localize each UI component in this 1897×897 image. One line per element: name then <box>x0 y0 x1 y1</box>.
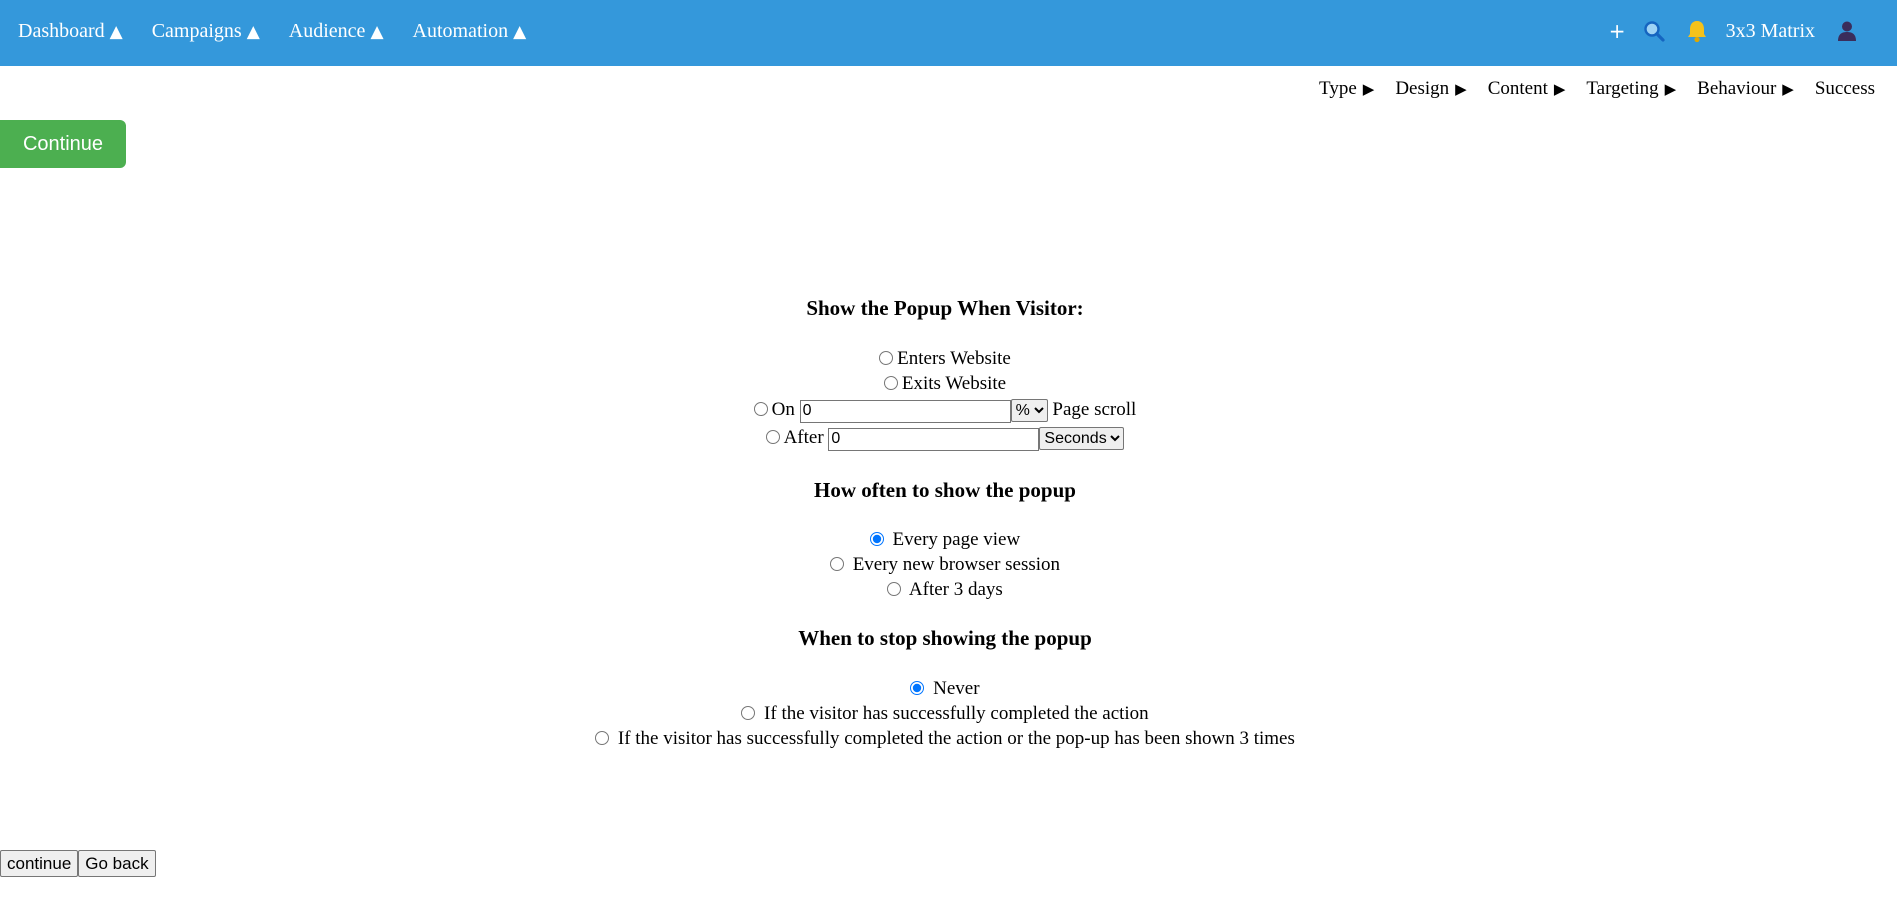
triangle-right-icon: ▶ <box>1362 80 1375 98</box>
option-label: Never <box>933 678 980 699</box>
step-label: Targeting <box>1586 78 1659 99</box>
form-actions: continue Go back <box>0 850 156 877</box>
step-behaviour[interactable]: Behaviour ▶ <box>1697 78 1794 100</box>
triangle-up-icon: ▲ <box>109 21 123 42</box>
step-label: Design <box>1395 78 1450 99</box>
plus-icon[interactable]: + <box>1609 19 1626 43</box>
step-label: Success <box>1814 78 1875 99</box>
top-navigation-bar: Dashboard ▲ Campaigns ▲ Audience ▲ Automati… <box>0 0 1897 66</box>
option-completed-or-shown-3-times: If the visitor has successfully complete… <box>0 726 1890 751</box>
step-label: Content <box>1487 78 1548 99</box>
how-often-heading: How often to show the popup <box>814 478 1076 502</box>
option-enters-website: Enters Website <box>0 346 1890 371</box>
triangle-up-icon: ▲ <box>246 21 260 42</box>
after-3-days-radio[interactable] <box>887 582 902 596</box>
option-every-new-session: Every new browser session <box>0 552 1890 577</box>
option-label: On <box>771 399 795 420</box>
nav-item-campaigns[interactable]: Campaigns ▲ <box>152 20 260 43</box>
step-success[interactable]: Success <box>1815 78 1875 100</box>
delay-amount-input[interactable] <box>828 427 1040 451</box>
option-completed-action: If the visitor has successfully complete… <box>0 701 1890 726</box>
user-icon[interactable] <box>1837 20 1857 42</box>
go-back-button[interactable]: Go back <box>78 850 156 877</box>
option-every-page-view: Every page view <box>0 527 1890 552</box>
bell-icon[interactable] <box>1686 19 1708 43</box>
nav-item-dashboard[interactable]: Dashboard ▲ <box>18 20 123 43</box>
stop-showing-heading: When to stop showing the popup <box>798 626 1092 650</box>
wizard-steps: Type ▶ Design ▶ Content ▶ Targeting ▶ Behavi… <box>1298 78 1875 100</box>
option-label: After <box>783 427 824 448</box>
completed-or-shown-3-times-radio[interactable] <box>595 731 610 745</box>
triangle-right-icon: ▶ <box>1782 80 1794 98</box>
every-page-view-radio[interactable] <box>869 532 884 546</box>
search-icon[interactable] <box>1642 19 1666 43</box>
exits-website-radio[interactable] <box>883 376 898 390</box>
page-scroll-radio[interactable] <box>753 402 768 416</box>
step-design[interactable]: Design ▶ <box>1395 78 1466 100</box>
option-label: If the visitor has successfully complete… <box>764 703 1149 724</box>
triangle-right-icon: ▶ <box>1455 80 1467 98</box>
every-new-session-radio[interactable] <box>829 557 844 571</box>
continue-form-button[interactable]: continue <box>0 850 79 877</box>
nav-actions: + 3x3 Matrix <box>1609 0 1857 62</box>
option-label: Exits Website <box>901 373 1007 394</box>
option-after-delay: After Seconds <box>0 425 1890 451</box>
nav-item-audience[interactable]: Audience ▲ <box>289 20 384 43</box>
option-label: After 3 days <box>908 579 1003 600</box>
option-label: If the visitor has successfully complete… <box>617 728 1295 749</box>
delay-unit-select[interactable]: Seconds <box>1039 427 1125 450</box>
step-type[interactable]: Type ▶ <box>1319 78 1374 100</box>
continue-button[interactable]: Continue <box>0 120 126 168</box>
nav-item-label: Dashboard <box>18 19 105 42</box>
main-nav: Dashboard ▲ Campaigns ▲ Audience ▲ Automati… <box>18 0 555 62</box>
never-radio[interactable] <box>910 681 925 695</box>
enters-website-radio[interactable] <box>879 351 894 365</box>
nav-item-label: Automation <box>412 19 509 42</box>
show-when-heading: Show the Popup When Visitor: <box>806 296 1084 320</box>
option-label: Enters Website <box>897 348 1011 369</box>
step-content[interactable]: Content ▶ <box>1488 78 1566 100</box>
option-after-3-days: After 3 days <box>0 577 1890 602</box>
option-label: Every page view <box>892 529 1021 550</box>
step-label: Behaviour <box>1697 78 1777 99</box>
triangle-right-icon: ▶ <box>1664 80 1677 98</box>
option-suffix: Page scroll <box>1052 399 1137 420</box>
option-never: Never <box>0 676 1890 701</box>
triangle-up-icon: ▲ <box>370 21 384 42</box>
scroll-amount-input[interactable] <box>799 399 1011 423</box>
step-label: Type <box>1319 78 1357 99</box>
nav-item-label: Campaigns <box>151 19 242 42</box>
completed-action-radio[interactable] <box>741 706 756 720</box>
triangle-up-icon: ▲ <box>513 21 527 42</box>
option-exits-website: Exits Website <box>0 371 1890 396</box>
step-targeting[interactable]: Targeting ▶ <box>1586 78 1676 100</box>
scroll-unit-select[interactable]: % <box>1010 399 1048 422</box>
triangle-right-icon: ▶ <box>1553 80 1566 98</box>
nav-item-label: Audience <box>288 19 366 42</box>
option-page-scroll: On % Page scroll <box>0 397 1890 423</box>
account-name[interactable]: 3x3 Matrix <box>1726 20 1815 43</box>
option-label: Every new browser session <box>852 554 1061 575</box>
after-delay-radio[interactable] <box>765 430 780 444</box>
nav-item-automation[interactable]: Automation ▲ <box>413 20 527 43</box>
